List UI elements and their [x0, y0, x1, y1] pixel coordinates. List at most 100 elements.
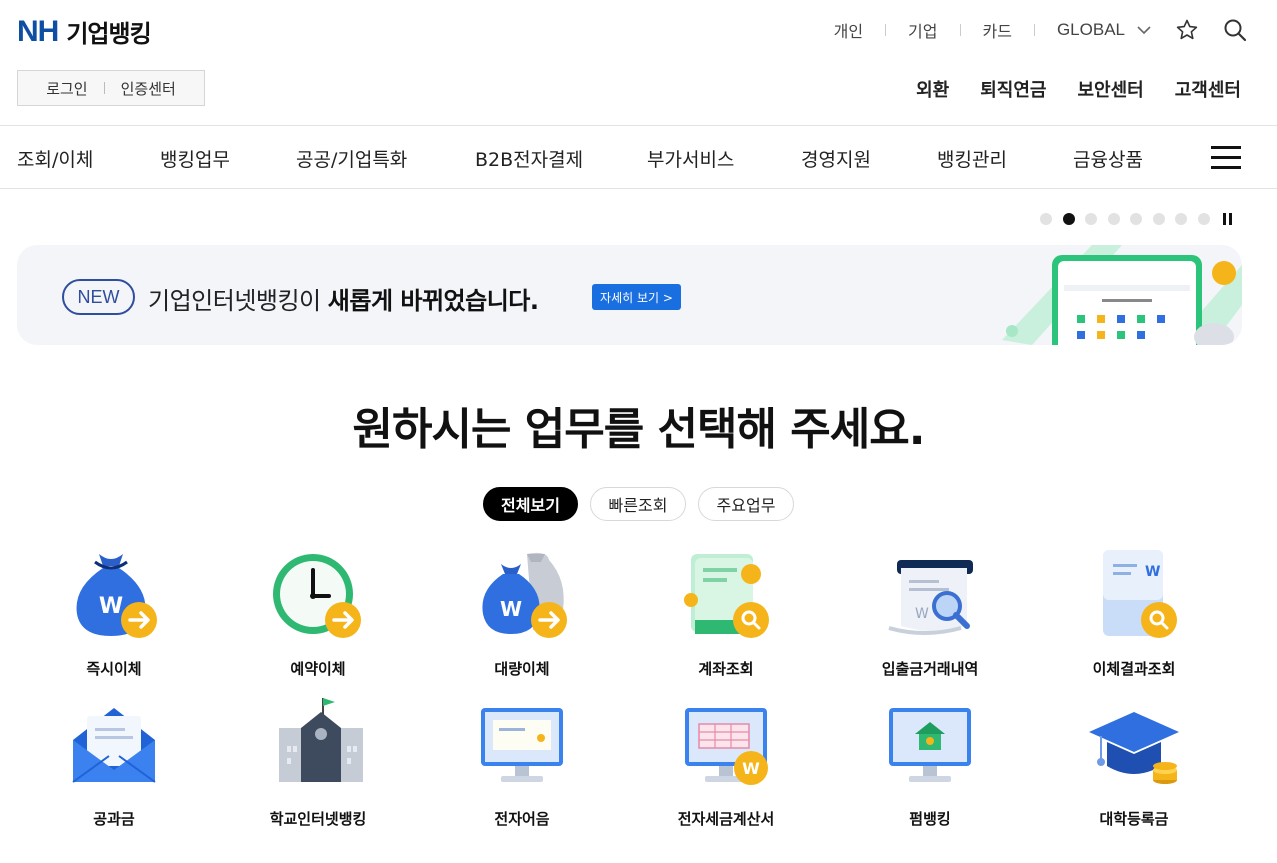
- service-grid: W 즉시이체 예약이체 W 대량이체 계좌조회 W 입출금거래내역 W 이체결과…: [12, 540, 1236, 840]
- school-icon: [279, 698, 363, 782]
- divider: [1033, 24, 1035, 36]
- service-account-inquiry[interactable]: 계좌조회: [624, 540, 828, 690]
- search-icon: [1224, 19, 1247, 42]
- clock-arrow-icon: [273, 554, 361, 638]
- service-label: 전자어음: [494, 810, 550, 828]
- document-search-icon: W: [1103, 550, 1177, 638]
- tab-all[interactable]: 전체보기: [483, 487, 578, 521]
- service-transaction-history[interactable]: W 입출금거래내역: [828, 540, 1032, 690]
- service-label: 이체결과조회: [1092, 660, 1176, 678]
- service-label: 펌뱅킹: [909, 810, 951, 828]
- service-label: 학교인터넷뱅킹: [269, 810, 367, 828]
- main-nav: 조회/이체 뱅킹업무 공공/기업특화 B2B전자결제 부가서비스 경영지원 뱅킹…: [0, 125, 1277, 189]
- money-bag-arrow-icon: W: [76, 554, 157, 638]
- monitor-bill-icon: [481, 708, 563, 782]
- service-scheduled-transfer[interactable]: 예약이체: [216, 540, 420, 690]
- nav-item-products[interactable]: 금융상품: [1073, 145, 1143, 172]
- service-utility-bills[interactable]: 공과금: [12, 690, 216, 840]
- service-instant-transfer[interactable]: W 즉시이체: [12, 540, 216, 690]
- monitor-tax-invoice-icon: W: [685, 708, 768, 785]
- svg-text:W: W: [99, 594, 123, 619]
- service-e-tax-invoice[interactable]: W 전자세금계산서: [624, 690, 828, 840]
- service-label: 즉시이체: [86, 660, 142, 678]
- promo-banner[interactable]: NEW 기업인터넷뱅킹이 새롭게 바뀌었습니다. 자세히 보기 >: [17, 245, 1242, 345]
- search-button[interactable]: [1223, 18, 1247, 42]
- pagination-dot[interactable]: [1175, 213, 1187, 225]
- service-bulk-transfer[interactable]: W 대량이체: [420, 540, 624, 690]
- service-label: 입출금거래내역: [881, 660, 979, 678]
- star-icon: [1176, 19, 1198, 40]
- banner-tablet-illustration: [1002, 245, 1242, 345]
- svg-text:W: W: [1145, 564, 1160, 580]
- service-university-tuition[interactable]: 대학등록금: [1032, 690, 1236, 840]
- utility-nav: 개인 기업 카드 GLOBAL: [834, 18, 1247, 42]
- service-label: 예약이체: [290, 660, 346, 678]
- pagination-dot[interactable]: [1085, 213, 1097, 225]
- service-label: 대학등록금: [1099, 810, 1169, 828]
- sub-nav-customer[interactable]: 고객센터: [1175, 76, 1241, 102]
- banner-message-bold: 새롭게 바뀌었습니다.: [327, 287, 539, 315]
- svg-text:W: W: [742, 759, 760, 778]
- nav-item-management[interactable]: 경영지원: [801, 145, 871, 172]
- nh-logo[interactable]: NH 기업뱅킹: [17, 14, 152, 49]
- divider: [885, 24, 887, 36]
- sub-nav-security[interactable]: 보안센터: [1078, 76, 1144, 102]
- banner-detail-button[interactable]: 자세히 보기 >: [592, 284, 681, 310]
- service-school-banking[interactable]: 학교인터넷뱅킹: [216, 690, 420, 840]
- graduation-cap-icon: [1089, 712, 1179, 784]
- util-link-card[interactable]: 카드: [983, 18, 1012, 42]
- svg-text:W: W: [915, 606, 929, 622]
- tab-main-tasks[interactable]: 주요업무: [698, 487, 794, 521]
- divider: [103, 82, 105, 94]
- nav-item-banking-admin[interactable]: 뱅킹관리: [937, 145, 1007, 172]
- nav-item-public-corporate[interactable]: 공공/기업특화: [296, 145, 407, 172]
- service-filter-tabs: 전체보기 빠른조회 주요업무: [0, 487, 1277, 521]
- pagination-dot[interactable]: [1130, 213, 1142, 225]
- pause-icon[interactable]: [1223, 213, 1235, 225]
- service-electronic-bill[interactable]: 전자어음: [420, 690, 624, 840]
- banner-message: 기업인터넷뱅킹이 새롭게 바뀌었습니다.: [148, 281, 539, 316]
- logo-brand-text: 기업뱅킹: [66, 20, 151, 48]
- sub-nav-forex[interactable]: 외환: [916, 76, 949, 102]
- receipt-search-icon: W: [888, 560, 973, 635]
- login-box: 로그인 인증센터: [17, 70, 205, 106]
- money-bags-arrow-icon: W: [482, 552, 567, 638]
- bankbook-search-icon: [684, 554, 769, 638]
- global-dropdown[interactable]: GLOBAL: [1057, 20, 1151, 40]
- service-label: 전자세금계산서: [677, 810, 775, 828]
- banner-pagination: [1040, 213, 1235, 225]
- login-link[interactable]: 로그인: [46, 78, 87, 99]
- pagination-dot-active[interactable]: [1062, 213, 1075, 225]
- nav-item-b2b[interactable]: B2B전자결제: [475, 145, 583, 172]
- sub-nav-pension[interactable]: 퇴직연금: [980, 76, 1046, 102]
- tab-quick-inquiry[interactable]: 빠른조회: [590, 487, 686, 521]
- pagination-dot[interactable]: [1040, 213, 1052, 225]
- chevron-down-icon: [1137, 25, 1151, 34]
- banner-message-normal: 기업인터넷뱅킹이: [148, 287, 328, 315]
- hamburger-menu-icon[interactable]: [1211, 146, 1241, 170]
- service-label: 계좌조회: [698, 660, 754, 678]
- envelope-icon: [72, 708, 156, 783]
- pagination-dot[interactable]: [1107, 213, 1120, 225]
- monitor-bank-icon: [889, 708, 971, 782]
- service-firm-banking[interactable]: 펌뱅킹: [828, 690, 1032, 840]
- pagination-dot[interactable]: [1152, 213, 1165, 225]
- nav-item-inquiry-transfer[interactable]: 조회/이체: [17, 145, 93, 172]
- util-link-corporate[interactable]: 기업: [908, 18, 937, 42]
- nav-item-additional[interactable]: 부가서비스: [647, 145, 734, 172]
- service-transfer-result[interactable]: W 이체결과조회: [1032, 540, 1236, 690]
- service-label: 공과금: [93, 810, 135, 828]
- sub-nav: 외환 퇴직연금 보안센터 고객센터: [885, 76, 1241, 102]
- nav-item-banking[interactable]: 뱅킹업무: [160, 145, 230, 172]
- svg-text:W: W: [500, 597, 522, 621]
- section-title: 원하시는 업무를 선택해 주세요.: [352, 404, 926, 455]
- divider: [959, 24, 961, 36]
- logo-nh-text: NH: [17, 14, 59, 48]
- service-label: 대량이체: [494, 660, 550, 678]
- cert-center-link[interactable]: 인증센터: [121, 78, 176, 99]
- favorite-button[interactable]: [1175, 18, 1199, 42]
- global-label: GLOBAL: [1056, 20, 1125, 39]
- util-link-personal[interactable]: 개인: [834, 18, 863, 42]
- pagination-dot[interactable]: [1197, 213, 1210, 225]
- new-badge: NEW: [62, 279, 135, 315]
